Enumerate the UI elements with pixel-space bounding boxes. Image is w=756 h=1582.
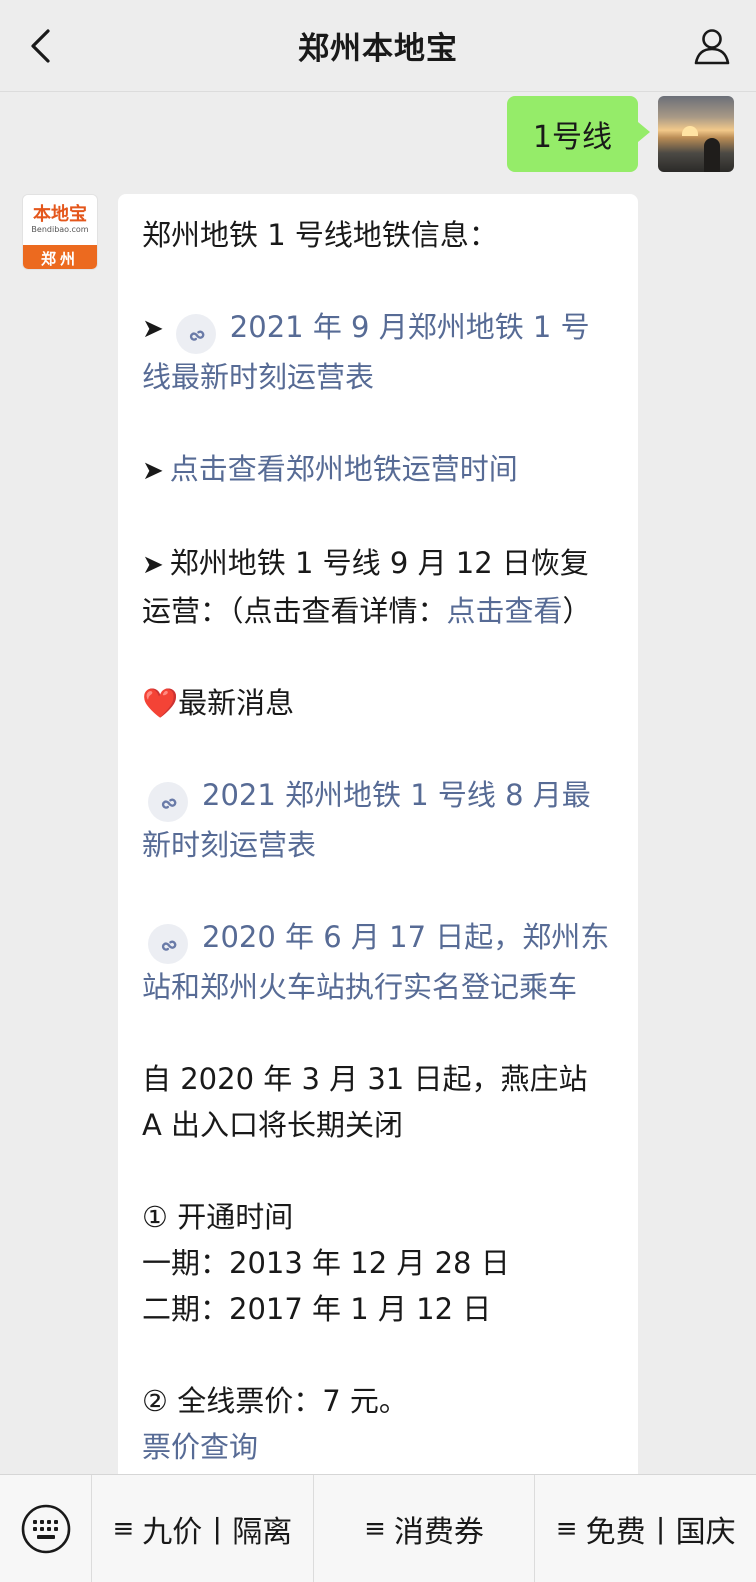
- phase-two: 二期：2017 年 1 月 12 日: [142, 1292, 492, 1326]
- reply-line-resume: ➤ 郑州地铁 1 号线 9 月 12 日恢复运营：（点击查看详情：点击查看）: [142, 540, 616, 634]
- fare-info: ② 全线票价：7 元。: [142, 1384, 408, 1418]
- mini-program-icon: [175, 314, 216, 354]
- link-2021-aug-timetable[interactable]: 2021 郑州地铁 1 号线 8 月最新时刻运营表: [142, 778, 591, 862]
- reply-line-link3: 2021 郑州地铁 1 号线 8 月最新时刻运营表: [142, 772, 616, 868]
- arrow-icon: ➤: [142, 550, 164, 580]
- avatar-figure: [704, 138, 720, 172]
- menu-item-vaccine-quarantine[interactable]: ≡ 九价丨隔离: [92, 1475, 313, 1582]
- bot-logo-brand: 本地宝: [33, 204, 87, 225]
- reply-line-link2: ➤ 点击查看郑州地铁运营时间: [142, 446, 616, 494]
- reply-intro: 郑州地铁 1 号线地铁信息：: [142, 218, 498, 252]
- arrow-icon: ➤: [142, 456, 164, 486]
- menu-icon: ≡: [364, 1513, 386, 1544]
- menu-item-label: 免费丨国庆: [585, 1514, 736, 1550]
- keyboard-icon: [21, 1504, 70, 1553]
- title-bar: 郑州本地宝: [0, 0, 756, 92]
- bot-logo-city: 郑州: [23, 245, 97, 269]
- user-message-bubble[interactable]: 1号线: [506, 96, 651, 172]
- mini-program-icon: [148, 782, 188, 822]
- user-message-text: 1号线: [532, 120, 612, 155]
- user-avatar[interactable]: [658, 96, 734, 172]
- bot-logo-domain: Bendibao.com: [31, 225, 89, 234]
- link-resume-details[interactable]: 点击查看: [447, 594, 563, 628]
- bot-logo-top: 本地宝 Bendibao.com: [23, 195, 97, 245]
- menu-icon: ≡: [112, 1513, 135, 1544]
- chevron-left-icon: [31, 29, 50, 63]
- mini-program-icon: [148, 924, 188, 964]
- avatar-sun: [682, 126, 698, 136]
- keyboard-toggle-button[interactable]: [0, 1474, 92, 1582]
- heart-icon: ❤️: [142, 686, 179, 720]
- link-operation-hours[interactable]: 点击查看郑州地铁运营时间: [170, 452, 518, 486]
- latest-news-heading: ❤️最新消息: [142, 680, 616, 726]
- menu-item-free-national-day[interactable]: ≡ 免费丨国庆: [534, 1474, 756, 1582]
- menu-item-coupons[interactable]: ≡ 消费券: [312, 1474, 535, 1582]
- back-button[interactable]: [18, 22, 62, 70]
- resume-close: ）: [562, 594, 592, 628]
- bot-avatar[interactable]: 本地宝 Bendibao.com 郑州: [22, 194, 98, 270]
- open-time-heading: ① 开通时间: [142, 1200, 294, 1234]
- link-fare-query[interactable]: 票价查询: [142, 1424, 616, 1470]
- latest-news-title: 最新消息: [178, 686, 295, 720]
- phase-one: 一期：2013 年 12 月 28 日: [142, 1246, 510, 1280]
- person-icon: [694, 29, 730, 65]
- profile-button[interactable]: [684, 20, 740, 72]
- menu-item-label: 九价丨隔离: [142, 1514, 293, 1550]
- page-title: 郑州本地宝: [298, 31, 458, 67]
- user-message-row: 1号线: [506, 96, 734, 172]
- menu-icon: ≡: [555, 1513, 578, 1544]
- bottom-menu-bar: ≡ 九价丨隔离 ≡ 消费券 ≡ 免费丨国庆: [0, 1474, 756, 1582]
- station-notice: 自 2020 年 3 月 31 日起，燕庄站 A 出入口将长期关闭: [142, 1062, 588, 1142]
- link-real-name-registration[interactable]: 2020 年 6 月 17 日起，郑州东站和郑州火车站执行实名登记乘车: [142, 920, 609, 1004]
- menu-item-label: 消费券: [393, 1514, 484, 1550]
- arrow-icon: ➤: [142, 314, 164, 344]
- reply-line-link1: ➤ 2021 年 9 月郑州地铁 1 号线最新时刻运营表: [142, 304, 616, 400]
- bot-message-bubble: 郑州地铁 1 号线地铁信息： ➤ 2021 年 9 月郑州地铁 1 号线最新时刻运…: [118, 194, 638, 1494]
- reply-line-link4: 2020 年 6 月 17 日起，郑州东站和郑州火车站执行实名登记乘车: [142, 914, 616, 1010]
